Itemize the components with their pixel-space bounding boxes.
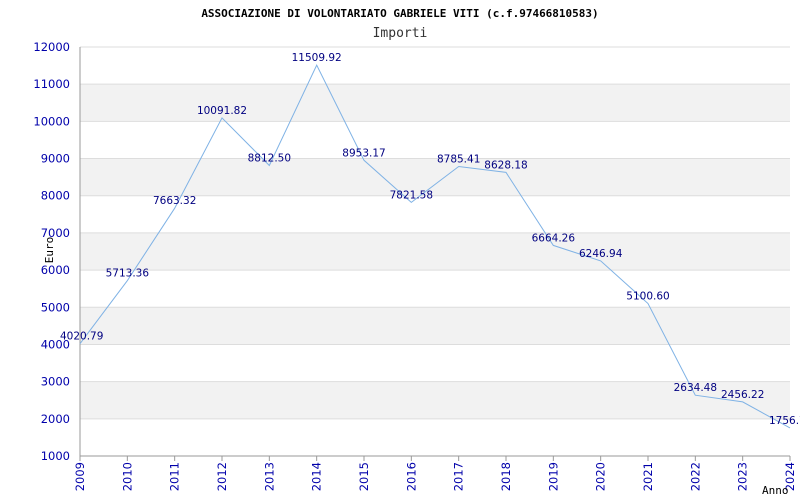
y-tick-label: 11000 — [33, 77, 70, 91]
x-tick-label: 2023 — [736, 462, 750, 491]
x-axis-ticks: 2009 2010 2011 2012 2013 2014 2015 2016 2017 2018… — [73, 456, 797, 491]
data-label: 7821.58 — [390, 189, 433, 201]
x-axis-label: Anno — [762, 484, 789, 497]
y-tick-label: 8000 — [41, 189, 70, 203]
data-label: 6246.94 — [579, 248, 623, 260]
x-tick-label: 2018 — [499, 462, 513, 491]
x-tick-label: 2020 — [594, 462, 608, 491]
x-tick-label: 2019 — [546, 462, 560, 491]
x-tick-label: 2015 — [357, 462, 371, 491]
data-label: 11509.92 — [292, 52, 342, 64]
x-tick-label: 2022 — [688, 462, 702, 491]
plot-background-bands — [80, 84, 790, 419]
x-tick-label: 2009 — [73, 462, 87, 491]
chart-title: ASSOCIAZIONE DI VOLONTARIATO GABRIELE VI… — [201, 7, 598, 20]
y-axis-label: Euro — [43, 237, 56, 264]
grid-band — [80, 232, 790, 271]
data-label: 7663.32 — [153, 195, 196, 207]
data-label: 8953.17 — [342, 147, 385, 159]
y-tick-label: 12000 — [33, 40, 70, 54]
data-label: 2456.22 — [721, 389, 764, 401]
y-tick-label: 5000 — [41, 300, 70, 314]
x-tick-label: 2017 — [452, 462, 466, 491]
x-tick-label: 2010 — [120, 462, 134, 491]
data-label: 8628.18 — [484, 159, 527, 171]
x-tick-label: 2012 — [215, 462, 229, 491]
x-tick-label: 2016 — [404, 462, 418, 491]
y-tick-label: 2000 — [41, 412, 70, 426]
x-tick-label: 2021 — [641, 462, 655, 491]
grid-band — [80, 158, 790, 196]
chart-subtitle: Importi — [373, 26, 428, 41]
x-tick-label: 2011 — [168, 462, 182, 491]
y-tick-label: 6000 — [41, 263, 70, 277]
grid-band — [80, 307, 790, 345]
data-label: 2634.48 — [674, 382, 717, 394]
y-tick-label: 3000 — [41, 375, 70, 389]
x-tick-label: 2013 — [262, 462, 276, 491]
y-tick-label: 9000 — [41, 152, 70, 166]
data-label: 6664.26 — [532, 232, 576, 244]
y-tick-label: 10000 — [33, 114, 70, 128]
line-chart: ASSOCIAZIONE DI VOLONTARIATO GABRIELE VI… — [33, 7, 800, 497]
data-label: 8785.41 — [437, 154, 480, 166]
data-label: 10091.82 — [197, 105, 247, 117]
data-label: 5713.36 — [106, 268, 150, 280]
x-tick-label: 2014 — [310, 462, 324, 491]
data-label: 5100.60 — [626, 291, 669, 303]
data-label: 8812.50 — [248, 153, 291, 165]
grid-band — [80, 84, 790, 122]
data-label: 4020.79 — [60, 331, 103, 343]
data-label: 1756.73 — [769, 415, 800, 427]
y-tick-label: 1000 — [41, 449, 70, 463]
